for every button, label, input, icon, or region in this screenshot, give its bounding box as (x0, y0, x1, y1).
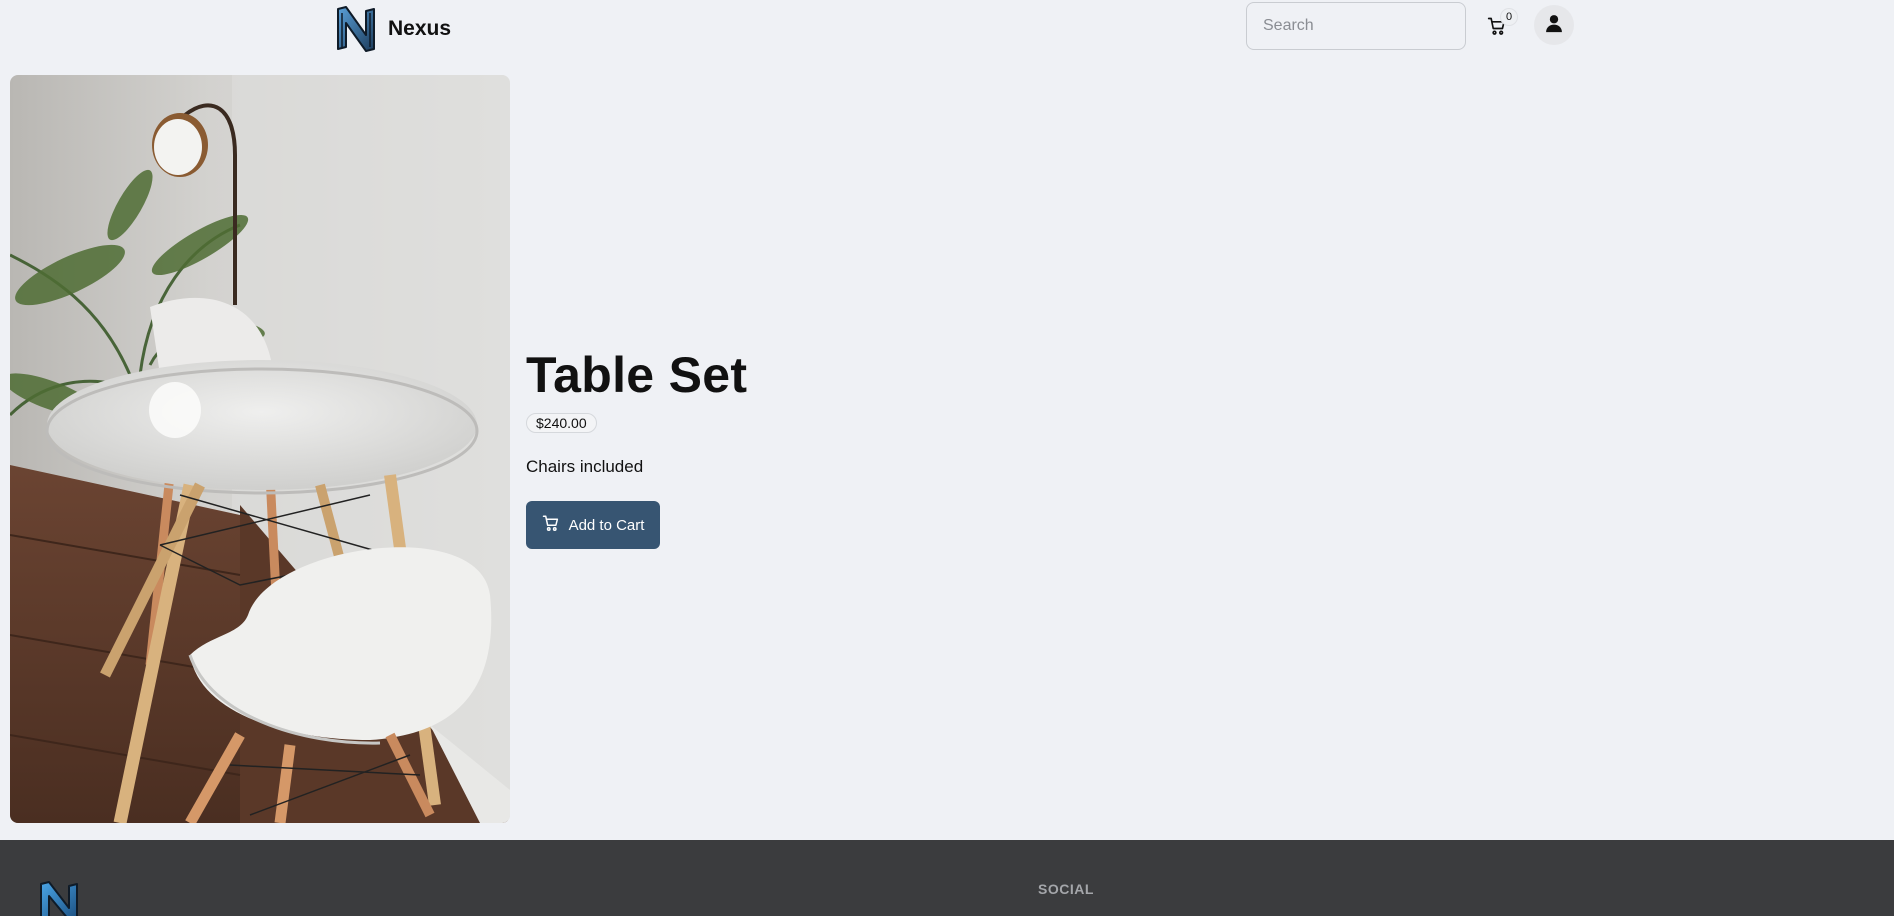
product-info: Table Set $240.00 Chairs included Add to… (526, 345, 747, 549)
product-image (10, 75, 510, 823)
add-to-cart-button[interactable]: Add to Cart (526, 501, 660, 549)
cart-icon (542, 514, 569, 536)
site-header: Nexus 0 (0, 0, 1894, 60)
nexus-logo-icon (334, 5, 378, 53)
nexus-logo-icon (37, 880, 81, 916)
add-to-cart-label: Add to Cart (568, 516, 645, 534)
cart-button[interactable]: 0 (1484, 8, 1518, 42)
footer-logo-link[interactable] (37, 880, 81, 916)
product-description: Chairs included (526, 457, 644, 476)
user-menu-button[interactable] (1534, 5, 1574, 45)
footer-social-heading: SOCIAL (1038, 881, 1094, 897)
user-icon (1544, 13, 1564, 38)
site-footer: SOCIAL (0, 840, 1894, 916)
home-link[interactable]: Nexus (334, 5, 451, 53)
brand-name: Nexus (388, 17, 452, 40)
search-input[interactable] (1246, 2, 1466, 50)
cart-count-badge: 0 (1500, 8, 1518, 26)
product-title: Table Set (526, 347, 748, 403)
price-badge: $240.00 (526, 413, 597, 433)
